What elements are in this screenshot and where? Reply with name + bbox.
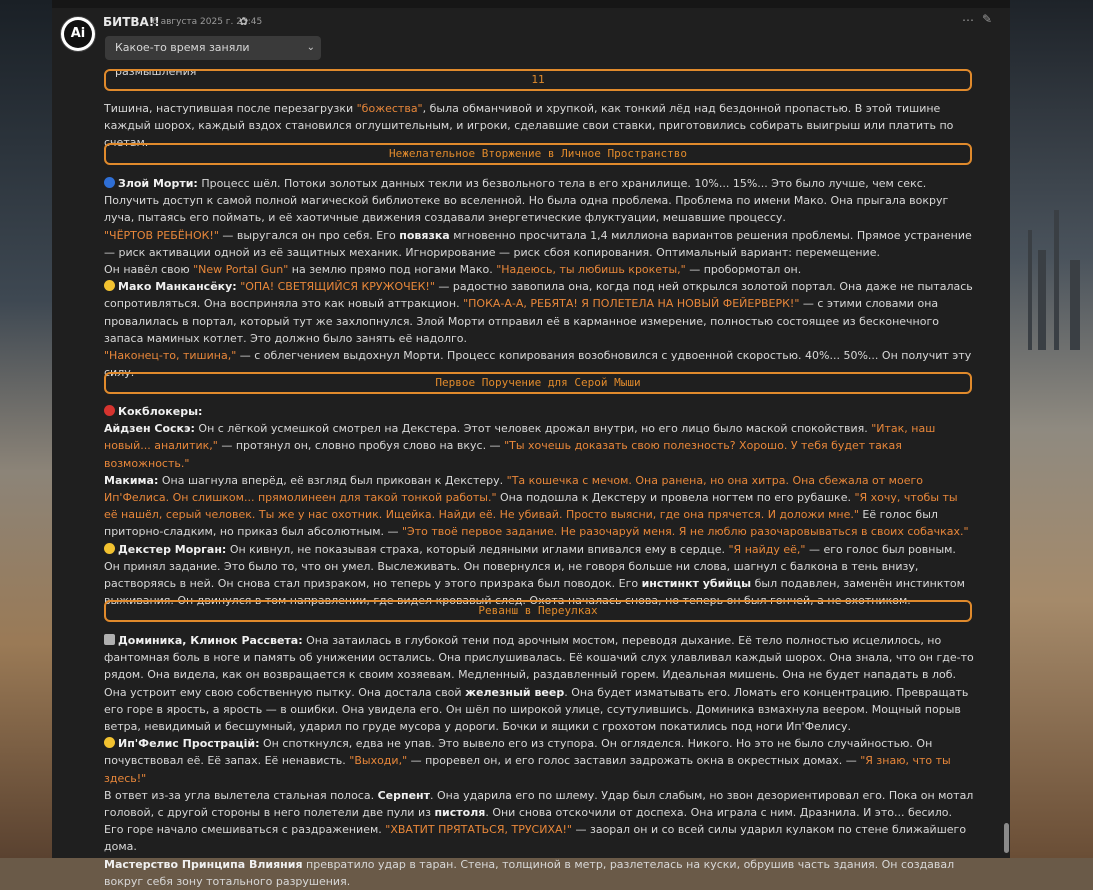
section-header: Первое Поручение для Серой Мыши	[104, 372, 972, 394]
background-right-strip	[1010, 0, 1093, 858]
scrollbar-thumb[interactable]	[1004, 823, 1009, 853]
section-header: Реванш в Переулках	[104, 600, 972, 622]
section-header: Нежелательное Вторжение в Личное Простра…	[104, 143, 972, 165]
avatar[interactable]: Ai	[60, 16, 96, 52]
chevron-down-icon: ⌄	[306, 42, 315, 53]
top-toolbar	[52, 0, 1010, 8]
more-icon[interactable]: ⋯	[962, 13, 975, 27]
eye-icon	[104, 177, 115, 188]
grin-emoji-icon	[104, 280, 115, 292]
edit-icon[interactable]: ✎	[982, 12, 992, 26]
background-left-strip	[0, 0, 52, 858]
crossed-swords-icon	[104, 634, 115, 645]
avatar-label: Ai	[64, 20, 92, 48]
pin-icon: ✿	[239, 15, 249, 28]
crying-emoji-icon	[104, 737, 115, 749]
section-body: Злой Морти: Процесс шёл. Потоки золотых …	[104, 177, 973, 380]
devil-emoji-icon	[104, 405, 115, 416]
thinking-dropdown[interactable]: Какое-то время заняли размышления ⌄	[105, 36, 321, 78]
section-body: Доминика, Клинок Рассвета: Она затаилась…	[104, 634, 974, 888]
section-body: Кокблокеры: Айдзен Соскэ: Он с лёгкой ус…	[104, 405, 969, 608]
sunglasses-emoji-icon	[104, 542, 115, 554]
section-header: 11	[104, 69, 972, 91]
